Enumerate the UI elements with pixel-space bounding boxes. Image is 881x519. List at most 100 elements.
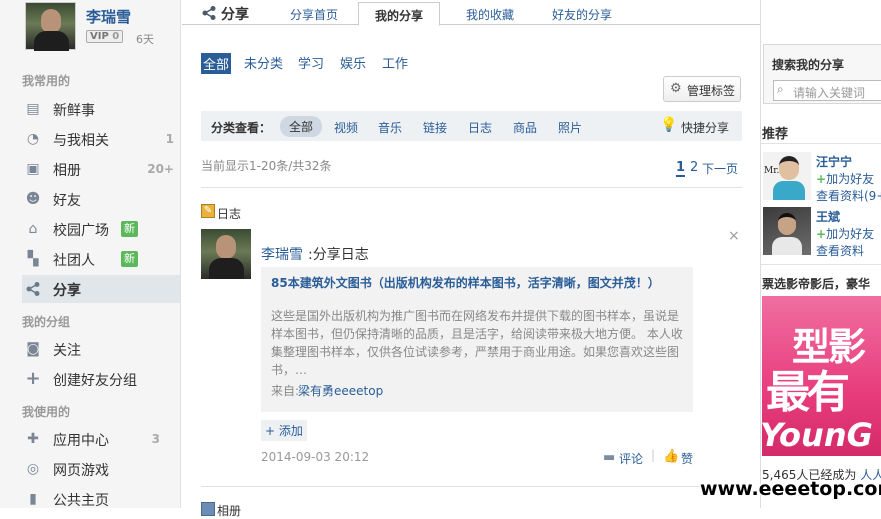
tab-my-share[interactable]: 我的分享 bbox=[358, 2, 441, 26]
suggestion-name[interactable]: 王斌 bbox=[816, 208, 840, 225]
gear-icon: ⚙ bbox=[670, 81, 682, 96]
bookmark-icon: ▮ bbox=[29, 491, 37, 507]
sidebar-item-friends[interactable]: ☻ 好友 bbox=[22, 185, 180, 213]
next-page-link[interactable]: 下一页 bbox=[702, 160, 738, 177]
search-box: 搜索我的分享 ⌕ 请输入关键词 bbox=[763, 44, 881, 104]
sidebar-item-campus[interactable]: ⌂ 校园广场 新 bbox=[22, 215, 180, 243]
manage-tags-button[interactable]: ⚙ 管理标签 bbox=[663, 76, 741, 102]
page-2[interactable]: 2 bbox=[690, 160, 698, 175]
filter-music[interactable]: 音乐 bbox=[378, 119, 402, 136]
plus-icon: + bbox=[816, 172, 827, 186]
blog-icon: ✎ bbox=[201, 204, 215, 218]
divider bbox=[201, 486, 742, 487]
page-1[interactable]: 1 bbox=[676, 160, 686, 177]
vip-badge[interactable]: VIP 0 bbox=[86, 30, 124, 43]
category-study[interactable]: 学习 bbox=[298, 53, 324, 72]
like-button[interactable]: 赞 bbox=[681, 450, 693, 467]
related-count: 1 bbox=[165, 132, 174, 146]
user-name[interactable]: 李瑞雪 bbox=[86, 6, 131, 27]
separator: | bbox=[651, 448, 656, 462]
campus-icon: ⌂ bbox=[28, 221, 38, 237]
tab-share-home[interactable]: 分享首页 bbox=[290, 6, 338, 23]
shared-blog-card: 85本建筑外文图书（出版机构发布的样本图书，活字清晰，图文并茂！） 这些是国外出… bbox=[261, 267, 693, 412]
divider bbox=[761, 143, 881, 144]
filter-all[interactable]: 全部 bbox=[280, 116, 323, 137]
album-count: 20+ bbox=[147, 162, 174, 176]
sidebar: 李瑞雪 VIP 0 6天 我常用的 ▤ 新鲜事 ◔ 与我相关 1 ▣ 相册 20… bbox=[0, 0, 181, 509]
user-avatar[interactable] bbox=[25, 2, 76, 51]
category-entertainment[interactable]: 娱乐 bbox=[340, 53, 366, 72]
share-type-label: 日志 bbox=[217, 207, 242, 221]
close-icon[interactable]: × bbox=[728, 228, 740, 244]
author-name[interactable]: 李瑞雪 bbox=[261, 244, 303, 264]
category-work[interactable]: 工作 bbox=[382, 53, 408, 72]
blog-title[interactable]: 85本建筑外文图书（出版机构发布的样本图书，活字清晰，图文并茂！） bbox=[271, 276, 683, 291]
suggestion-avatar[interactable] bbox=[763, 207, 811, 255]
comment-button[interactable]: 评论 bbox=[619, 450, 643, 467]
add-button[interactable]: + 添加 bbox=[261, 420, 307, 441]
tab-my-favorites[interactable]: 我的收藏 bbox=[466, 6, 514, 23]
suggestion-name[interactable]: 汪宁宁 bbox=[816, 153, 852, 170]
search-placeholder: 请输入关键词 bbox=[793, 86, 866, 100]
section-groups: 我的分组 bbox=[22, 315, 71, 329]
thumbs-up-icon: 👍 bbox=[663, 449, 680, 464]
promo-banner[interactable]: 型影 最有 YounG bbox=[762, 296, 881, 456]
filter-video[interactable]: 视频 bbox=[334, 119, 358, 136]
view-profile-link[interactable]: 查看资料 bbox=[816, 242, 864, 259]
rss-icon: ◙ bbox=[26, 341, 40, 357]
author-avatar[interactable] bbox=[201, 229, 251, 279]
sidebar-item-public-page[interactable]: ▮ 公共主页 bbox=[22, 485, 180, 513]
quick-share-button[interactable]: 快捷分享 bbox=[681, 119, 729, 136]
view-profile-link[interactable]: 查看资料(9+ bbox=[816, 187, 881, 204]
filter-label: 分类查看： bbox=[211, 121, 272, 135]
filter-goods[interactable]: 商品 bbox=[513, 119, 537, 136]
watermark: www.eeeetop.com bbox=[700, 478, 881, 500]
search-title: 搜索我的分享 bbox=[772, 58, 845, 72]
source-label: 来自: bbox=[271, 384, 300, 398]
sidebar-item-share[interactable]: 分享 bbox=[22, 275, 180, 303]
puzzle-icon: ✚ bbox=[27, 431, 39, 447]
sidebar-item-club[interactable]: ▚ 社团人 新 bbox=[22, 245, 180, 273]
at-me-icon: ◔ bbox=[26, 131, 40, 147]
sidebar-item-album[interactable]: ▣ 相册 20+ bbox=[22, 155, 180, 183]
tab-friends-share[interactable]: 好友的分享 bbox=[552, 6, 612, 23]
sidebar-item-app-center[interactable]: ✚ 应用中心 3 bbox=[22, 425, 180, 453]
add-friend-button[interactable]: +加为好友 bbox=[816, 170, 874, 187]
category-uncategorized[interactable]: 未分类 bbox=[244, 53, 283, 72]
share-icon bbox=[201, 5, 217, 24]
comment-icon: ▬ bbox=[603, 450, 616, 465]
next-share-type-label: 相册 bbox=[217, 504, 242, 518]
filter-link[interactable]: 链接 bbox=[423, 119, 447, 136]
divider bbox=[201, 187, 742, 188]
category-all[interactable]: 全部 bbox=[201, 53, 232, 74]
plus-icon: + bbox=[25, 368, 41, 389]
tab-bar: 分享 分享首页 我的分享 我的收藏 好友的分享 bbox=[182, 0, 760, 26]
page-title: 分享 bbox=[221, 7, 249, 23]
filter-blog[interactable]: 日志 bbox=[468, 119, 492, 136]
main-content: 分享 分享首页 我的分享 我的收藏 好友的分享 全部 未分类 学习 娱乐 工作 … bbox=[182, 0, 760, 518]
share-action: :分享日志 bbox=[308, 247, 369, 263]
section-used: 我使用的 bbox=[22, 405, 71, 419]
search-input[interactable]: ⌕ 请输入关键词 bbox=[773, 80, 881, 101]
photo-icon: ▣ bbox=[26, 161, 40, 177]
promo-title[interactable]: 票选影帝影后，豪华 bbox=[762, 275, 870, 292]
lightbulb-icon: 💡 bbox=[660, 117, 678, 133]
sidebar-item-related[interactable]: ◔ 与我相关 1 bbox=[22, 125, 180, 153]
search-icon: ⌕ bbox=[777, 82, 784, 96]
section-common: 我常用的 bbox=[22, 74, 71, 88]
add-friend-button[interactable]: +加为好友 bbox=[816, 225, 874, 242]
app-count: 3 bbox=[151, 432, 160, 446]
filter-bar: 分类查看： 全部 视频 音乐 链接 日志 商品 照片 💡 快捷分享 bbox=[201, 111, 742, 141]
divider bbox=[761, 264, 881, 265]
club-icon: ▚ bbox=[27, 251, 39, 267]
plus-icon: + bbox=[816, 227, 827, 241]
sidebar-item-create-group[interactable]: + 创建好友分组 bbox=[22, 365, 180, 393]
sidebar-item-news[interactable]: ▤ 新鲜事 bbox=[22, 95, 180, 123]
sidebar-item-follow[interactable]: ◙ 关注 bbox=[22, 335, 180, 363]
source-link[interactable]: 梁有勇eeeetop bbox=[298, 382, 383, 399]
sidebar-item-web-games[interactable]: ◎ 网页游戏 bbox=[22, 455, 180, 483]
promo-text-middle: 最有 bbox=[766, 367, 850, 418]
share-icon bbox=[25, 281, 41, 297]
suggestion-avatar[interactable]: Mr. bbox=[763, 152, 811, 200]
filter-photo[interactable]: 照片 bbox=[558, 119, 582, 136]
